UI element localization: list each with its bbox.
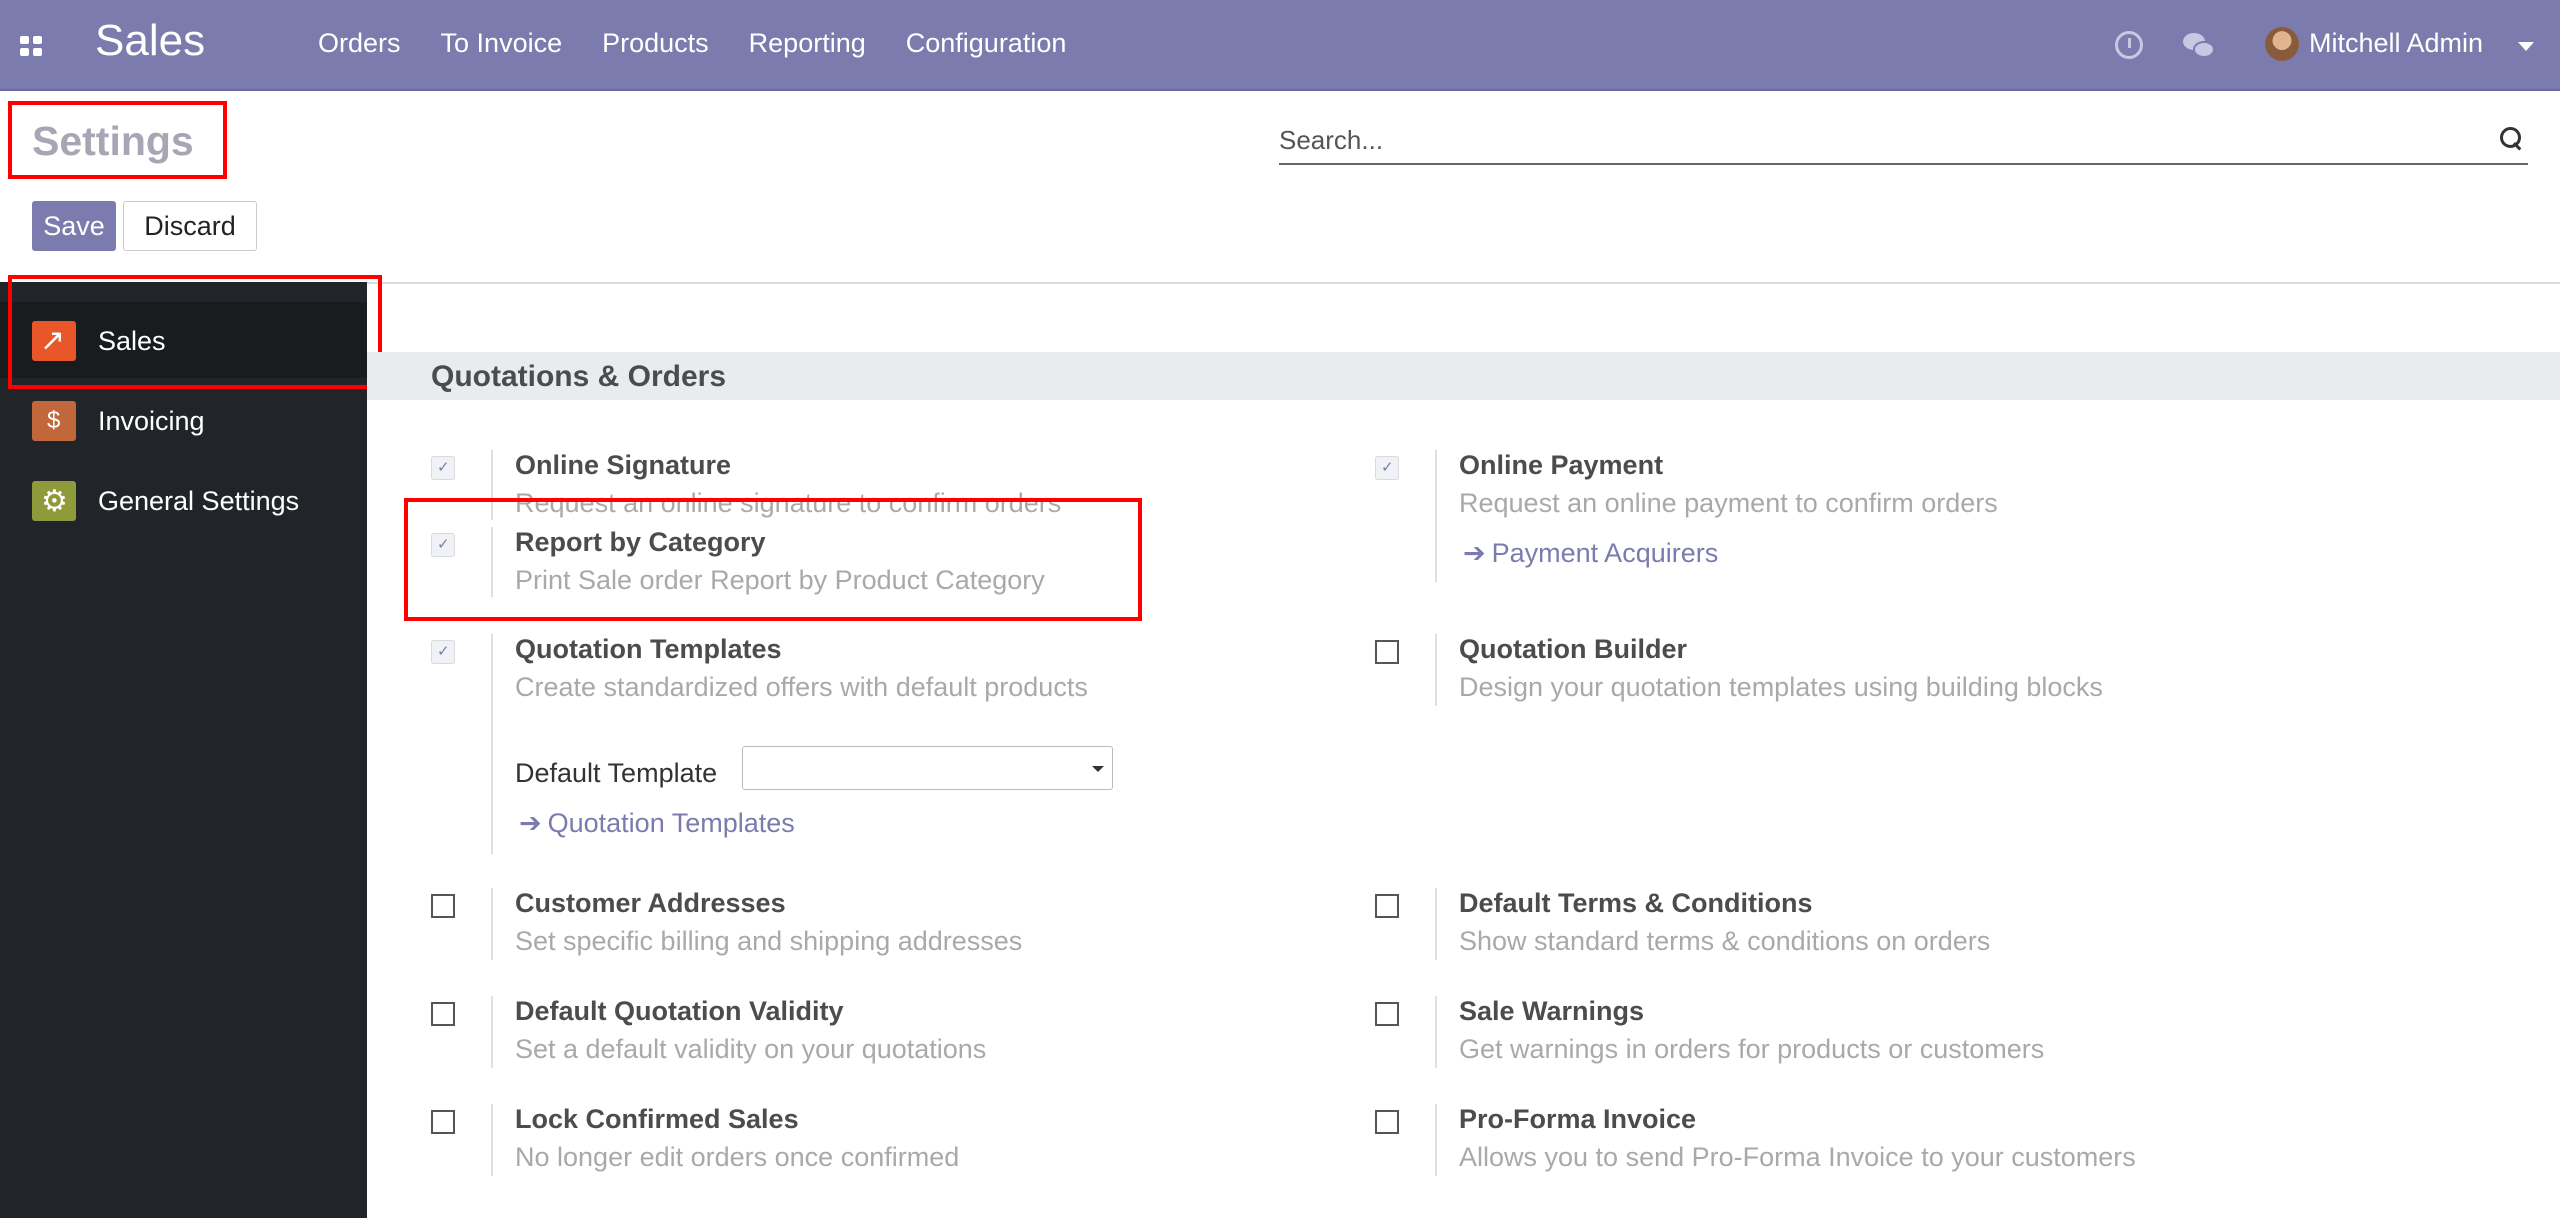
setting-default-quotation-validity: Default Quotation Validity Set a default… — [431, 996, 1311, 1068]
setting-quotation-templates: Quotation Templates Create standardized … — [431, 634, 1311, 854]
avatar[interactable] — [2265, 27, 2299, 61]
setting-description: No longer edit orders once confirmed — [515, 1142, 960, 1172]
clock-icon[interactable] — [2115, 31, 2143, 59]
setting-name: Online Signature — [515, 450, 732, 480]
section-title: Quotations & Orders — [431, 360, 727, 393]
arrow-right-icon: ➔ — [519, 808, 542, 838]
divider — [491, 1104, 493, 1176]
checkbox-quotation-builder[interactable] — [1375, 640, 1399, 664]
section-header: Quotations & Orders — [367, 352, 2560, 400]
setting-description: Request an online payment to confirm ord… — [1459, 488, 1998, 518]
search-input[interactable] — [1279, 123, 2459, 157]
setting-name: Customer Addresses — [515, 888, 786, 918]
setting-default-terms-conditions: Default Terms & Conditions Show standard… — [1375, 888, 2255, 960]
checkbox-default-quotation-validity[interactable] — [431, 1002, 455, 1026]
setting-name: Lock Confirmed Sales — [515, 1104, 799, 1134]
sidebar-item-label: General Settings — [98, 486, 300, 516]
checkbox-sale-warnings[interactable] — [1375, 1002, 1399, 1026]
menu-to-invoice[interactable]: To Invoice — [441, 28, 563, 59]
menu-configuration[interactable]: Configuration — [906, 28, 1067, 59]
divider — [491, 996, 493, 1068]
setting-description: Get warnings in orders for products or c… — [1459, 1034, 2045, 1064]
sidebar-item-label: Invoicing — [98, 406, 205, 436]
user-menu[interactable]: Mitchell Admin — [2309, 28, 2483, 59]
sidebar-item-invoicing[interactable]: Invoicing — [0, 382, 367, 458]
default-template-select[interactable] — [742, 746, 1113, 790]
checkbox-online-signature[interactable] — [431, 456, 455, 480]
quotation-templates-link[interactable]: ➔ Quotation Templates — [519, 808, 795, 839]
checkbox-pro-forma-invoice[interactable] — [1375, 1110, 1399, 1134]
setting-name: Quotation Builder — [1459, 634, 1687, 664]
app-brand[interactable]: Sales — [95, 16, 205, 66]
payment-acquirers-link[interactable]: ➔ Payment Acquirers — [1463, 538, 1718, 569]
menu-orders[interactable]: Orders — [318, 28, 401, 59]
highlight-box-sidebar — [8, 275, 382, 389]
sidebar-item-general-settings[interactable]: General Settings — [0, 462, 367, 538]
setting-lock-confirmed-sales: Lock Confirmed Sales No longer edit orde… — [431, 1104, 1311, 1176]
setting-name: Pro-Forma Invoice — [1459, 1104, 1697, 1134]
setting-quotation-builder: Quotation Builder Design your quotation … — [1375, 634, 2255, 706]
highlight-box-report-by-category — [404, 498, 1142, 621]
divider — [1435, 634, 1437, 706]
discard-button[interactable]: Discard — [123, 201, 257, 251]
setting-name: Online Payment — [1459, 450, 1664, 480]
setting-pro-forma-invoice: Pro-Forma Invoice Allows you to send Pro… — [1375, 1104, 2255, 1176]
caret-down-icon[interactable] — [2518, 42, 2534, 51]
divider — [1435, 450, 1437, 582]
search-icon[interactable] — [2500, 127, 2524, 151]
checkbox-lock-confirmed-sales[interactable] — [431, 1110, 455, 1134]
divider — [491, 634, 493, 854]
gear-icon — [32, 481, 76, 521]
apps-grid-icon[interactable] — [20, 36, 42, 56]
setting-sale-warnings: Sale Warnings Get warnings in orders for… — [1375, 996, 2255, 1068]
setting-description: Design your quotation templates using bu… — [1459, 672, 2103, 702]
top-navbar: Sales Orders To Invoice Products Reporti… — [0, 0, 2560, 91]
caret-down-icon — [1092, 766, 1104, 772]
setting-name: Default Quotation Validity — [515, 996, 844, 1026]
menu-products[interactable]: Products — [602, 28, 709, 59]
main-menu: Orders To Invoice Products Reporting Con… — [318, 28, 1066, 59]
save-button[interactable]: Save — [32, 201, 116, 251]
setting-description: Show standard terms & conditions on orde… — [1459, 926, 1991, 956]
checkbox-customer-addresses[interactable] — [431, 894, 455, 918]
divider — [367, 282, 2560, 284]
setting-customer-addresses: Customer Addresses Set specific billing … — [431, 888, 1311, 960]
setting-online-payment: Online Payment Request an online payment… — [1375, 450, 2255, 582]
divider — [1435, 888, 1437, 960]
setting-name: Quotation Templates — [515, 634, 782, 664]
highlight-box-title — [8, 101, 227, 179]
invoice-icon — [32, 401, 76, 441]
arrow-right-icon: ➔ — [1463, 538, 1486, 568]
setting-name: Default Terms & Conditions — [1459, 888, 1813, 918]
menu-reporting[interactable]: Reporting — [749, 28, 866, 59]
setting-description: Set specific billing and shipping addres… — [515, 926, 1023, 956]
checkbox-online-payment[interactable] — [1375, 456, 1399, 480]
search-bar — [1279, 117, 2528, 165]
settings-sidebar: Sales Invoicing General Settings — [0, 282, 367, 1218]
setting-description: Create standardized offers with default … — [515, 672, 1088, 702]
setting-description: Allows you to send Pro-Forma Invoice to … — [1459, 1142, 2136, 1172]
chat-icon[interactable] — [2183, 33, 2215, 59]
divider — [491, 888, 493, 960]
setting-description: Set a default validity on your quotation… — [515, 1034, 987, 1064]
checkbox-default-terms-conditions[interactable] — [1375, 894, 1399, 918]
default-template-label: Default Template — [515, 758, 718, 788]
checkbox-quotation-templates[interactable] — [431, 640, 455, 664]
divider — [1435, 996, 1437, 1068]
setting-name: Sale Warnings — [1459, 996, 1645, 1026]
divider — [1435, 1104, 1437, 1176]
